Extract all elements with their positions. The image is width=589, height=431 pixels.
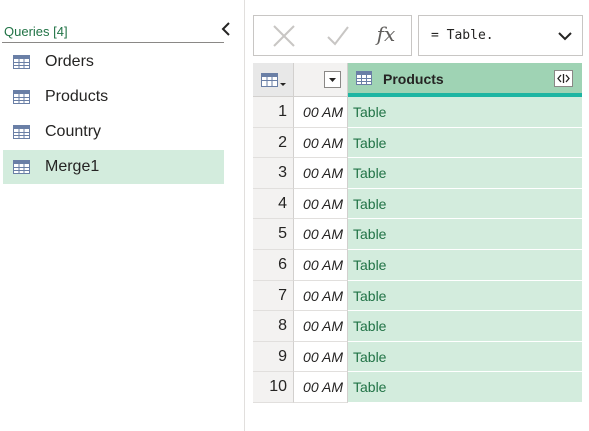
- cell-table-link[interactable]: Table: [348, 127, 582, 159]
- cell-table-link[interactable]: Table: [348, 97, 582, 128]
- table-icon: [13, 160, 30, 174]
- pane-divider[interactable]: [244, 0, 245, 431]
- collapse-pane-button[interactable]: [218, 18, 236, 40]
- query-label: Orders: [45, 53, 94, 70]
- formula-text: = Table.: [431, 28, 494, 43]
- cell-datetime-text: 00 AM: [303, 257, 343, 273]
- cell-table-link[interactable]: Table: [348, 188, 582, 220]
- queries-header: Queries [4]: [4, 24, 68, 39]
- cell-datetime-text: 00 AM: [303, 134, 343, 151]
- cell-datetime[interactable]: 00 AM: [294, 341, 348, 373]
- row-number[interactable]: 3: [253, 158, 294, 189]
- cell-datetime-text: 00 AM: [303, 287, 343, 304]
- cell-datetime[interactable]: 00 AM: [294, 250, 348, 281]
- cell-table-link[interactable]: Table: [348, 372, 582, 403]
- table-icon: [356, 71, 372, 85]
- column-header-label: Products: [383, 71, 444, 87]
- table-row: 6 00 AM Table: [253, 250, 582, 281]
- query-item-orders[interactable]: Orders: [3, 45, 224, 79]
- column-header-products[interactable]: Products: [348, 63, 582, 97]
- cell-datetime[interactable]: 00 AM: [294, 311, 348, 342]
- column-header-datetime[interactable]: [294, 63, 348, 97]
- cell-datetime-text: 00 AM: [303, 348, 343, 365]
- fx-icon: fx: [376, 22, 396, 46]
- queries-header-divider: [2, 42, 224, 43]
- cell-datetime[interactable]: 00 AM: [294, 158, 348, 189]
- row-number[interactable]: 6: [253, 250, 294, 281]
- formula-bar-buttons: fx: [253, 15, 412, 56]
- cell-datetime[interactable]: 00 AM: [294, 280, 348, 312]
- table-row: 5 00 AM Table: [253, 219, 582, 250]
- table-row: 4 00 AM Table: [253, 188, 582, 220]
- table-menu-icon: [261, 73, 286, 87]
- cell-datetime[interactable]: 00 AM: [294, 127, 348, 159]
- query-item-merge1[interactable]: Merge1: [3, 150, 224, 184]
- cell-datetime-text: 00 AM: [303, 165, 343, 182]
- table-icon: [13, 125, 30, 139]
- table-row: 10 00 AM Table: [253, 372, 582, 403]
- row-number[interactable]: 5: [253, 219, 294, 250]
- cell-datetime-text: 00 AM: [303, 104, 343, 120]
- table-icon: [13, 90, 30, 104]
- commit-button[interactable]: [312, 16, 360, 55]
- table-icon: [13, 55, 30, 69]
- query-item-country[interactable]: Country: [3, 115, 224, 149]
- cell-table-link[interactable]: Table: [348, 250, 582, 281]
- cell-datetime[interactable]: 00 AM: [294, 372, 348, 403]
- cell-table-link[interactable]: Table: [348, 219, 582, 250]
- table-menu-button[interactable]: [253, 63, 294, 97]
- expand-column-button[interactable]: [554, 70, 573, 87]
- query-label: Merge1: [45, 158, 100, 175]
- table-row: 3 00 AM Table: [253, 158, 582, 189]
- row-number[interactable]: 8: [253, 311, 294, 342]
- query-item-products[interactable]: Products: [3, 80, 224, 114]
- row-number[interactable]: 2: [253, 127, 294, 159]
- column-filter-button[interactable]: [324, 71, 341, 88]
- table-row: 8 00 AM Table: [253, 311, 582, 342]
- table-row: 1 00 AM Table: [253, 97, 582, 128]
- query-label: Country: [45, 123, 102, 140]
- cell-datetime[interactable]: 00 AM: [294, 188, 348, 220]
- checkmark-icon: [327, 26, 349, 46]
- chevron-down-icon: [558, 32, 572, 41]
- row-number[interactable]: 10: [253, 372, 294, 403]
- cell-datetime-text: 00 AM: [303, 195, 343, 212]
- cell-table-link[interactable]: Table: [348, 280, 582, 312]
- table-row: 7 00 AM Table: [253, 280, 582, 312]
- expand-formula-button[interactable]: [555, 26, 575, 46]
- cell-table-link[interactable]: Table: [348, 158, 582, 189]
- row-number[interactable]: 7: [253, 280, 294, 312]
- formula-input[interactable]: = Table.: [418, 15, 583, 56]
- table-row: 2 00 AM Table: [253, 127, 582, 159]
- row-number[interactable]: 1: [253, 97, 294, 128]
- row-number[interactable]: 9: [253, 341, 294, 373]
- queries-pane: Queries [4] Orders Products Country Merg…: [0, 0, 245, 431]
- cell-datetime-text: 00 AM: [303, 226, 343, 243]
- chevron-left-icon: [221, 22, 230, 36]
- row-number[interactable]: 4: [253, 188, 294, 220]
- cancel-button[interactable]: [258, 16, 306, 55]
- filter-dropdown-icon: [329, 78, 336, 82]
- cancel-icon: [273, 25, 295, 47]
- expand-icon: [557, 74, 570, 83]
- cell-datetime-text: 00 AM: [303, 379, 343, 396]
- table-row: 9 00 AM Table: [253, 341, 582, 373]
- cell-table-link[interactable]: Table: [348, 311, 582, 342]
- cell-datetime-text: 00 AM: [303, 318, 343, 335]
- data-grid: Products 1 00 AM Table 2 00 AM Table 3 0…: [253, 63, 582, 407]
- insert-function-button[interactable]: fx: [362, 16, 410, 55]
- cell-datetime[interactable]: 00 AM: [294, 219, 348, 250]
- cell-table-link[interactable]: Table: [348, 341, 582, 373]
- cell-datetime[interactable]: 00 AM: [294, 97, 348, 128]
- query-label: Products: [45, 88, 109, 105]
